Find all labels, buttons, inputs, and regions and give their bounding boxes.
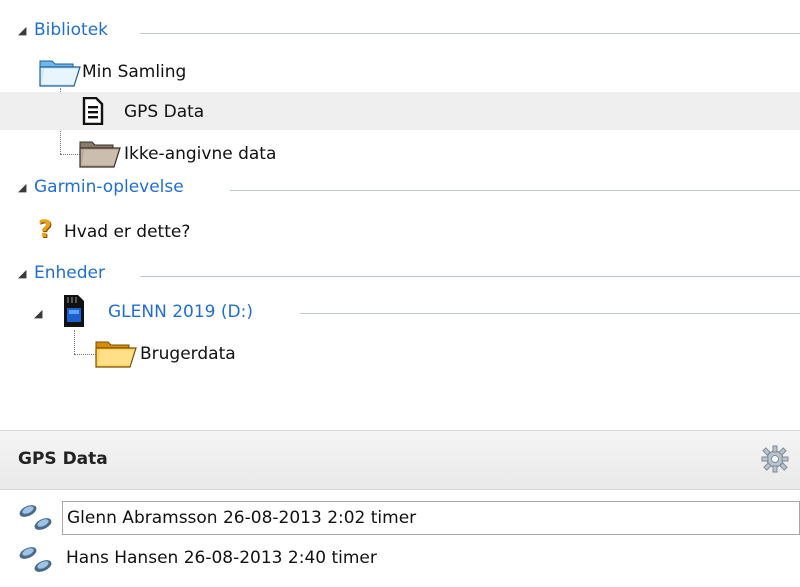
tree-item-label: Hvad er dette? [64,222,191,242]
gear-icon[interactable] [760,444,790,474]
footprints-icon [19,505,52,530]
tree-item-label: GPS Data [124,102,205,122]
section-divider [140,33,800,34]
navigation-tree: ◢ Bibliotek Min Samling GPS Data Ikke-an… [0,0,800,410]
footprints-icon [19,547,52,572]
tree-item-label: Brugerdata [140,344,236,364]
open-folder-dark-icon [79,141,121,168]
section-divider [300,313,800,314]
sd-card-icon [64,295,84,327]
open-folder-orange-icon [95,341,137,368]
collapse-triangle-icon[interactable]: ◢ [18,24,26,37]
collapse-triangle-icon[interactable]: ◢ [18,181,26,194]
tree-item-brugerdata[interactable]: Brugerdata [0,334,800,372]
section-label-enheder[interactable]: Enheder [34,263,105,283]
tree-item-ikke-angivne-data[interactable]: Ikke-angivne data [0,134,800,172]
open-folder-blue-icon [39,60,81,87]
list-item-label: Hans Hansen 26-08-2013 2:40 timer [66,548,377,568]
question-mark-icon: ? [38,215,52,243]
collapse-triangle-icon[interactable]: ◢ [34,307,42,320]
panel-header: GPS Data [0,430,800,490]
rename-input[interactable] [67,505,767,531]
section-label-garmin[interactable]: Garmin-oplevelse [34,177,184,197]
tree-item-gps-data[interactable]: GPS Data [0,92,800,130]
tree-item-label: Ikke-angivne data [124,144,277,164]
document-icon [82,97,104,125]
section-divider [140,276,800,277]
section-divider [230,190,800,191]
list-item-activity-2[interactable]: Hans Hansen 26-08-2013 2:40 timer [0,540,800,580]
tree-item-label: Min Samling [82,62,187,82]
tree-item-device[interactable]: ◢ GLENN 2019 (D:) [0,292,800,330]
collapse-triangle-icon[interactable]: ◢ [18,267,26,280]
rename-field[interactable] [62,501,800,535]
device-label: GLENN 2019 (D:) [108,302,253,322]
section-label-bibliotek[interactable]: Bibliotek [34,20,108,40]
tree-item-min-samling[interactable]: Min Samling [0,52,800,90]
tree-item-hvad-er-dette[interactable]: ? Hvad er dette? [0,212,800,250]
panel-title: GPS Data [18,449,108,469]
